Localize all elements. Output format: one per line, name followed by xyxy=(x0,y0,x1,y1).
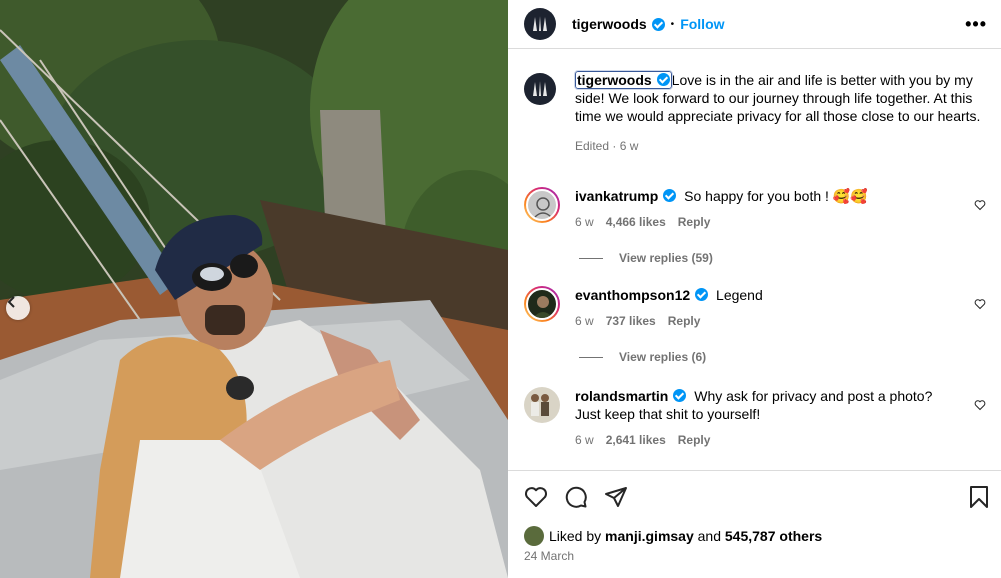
post-date[interactable]: 24 March xyxy=(524,549,574,563)
comment-likes[interactable]: 737 likes xyxy=(606,314,656,328)
post-photo[interactable] xyxy=(0,0,508,578)
avatar-sketch-icon xyxy=(534,197,552,218)
comment-likes[interactable]: 2,641 likes xyxy=(606,433,666,447)
action-icons xyxy=(524,485,628,509)
view-replies-button[interactable]: View replies (6) xyxy=(579,350,706,364)
comment-username[interactable]: ivankatrump xyxy=(575,188,658,204)
comment-like-icon[interactable] xyxy=(974,298,986,310)
comment-like-icon[interactable] xyxy=(974,399,986,411)
divider-line xyxy=(579,356,603,358)
send-icon[interactable] xyxy=(604,485,628,509)
caption-username[interactable]: tigerwoods xyxy=(574,70,673,90)
photo-illustration xyxy=(0,0,508,578)
avatar-photo-icon xyxy=(531,394,549,416)
liked-by-summary[interactable]: Liked by manji.gimsay and 545,787 others xyxy=(524,526,822,546)
tgr-logo-icon xyxy=(533,81,547,96)
comment-text: Legend xyxy=(716,287,763,303)
bookmark-icon[interactable] xyxy=(967,485,991,509)
follow-button[interactable]: Follow xyxy=(680,16,724,32)
view-replies-label: View replies (59) xyxy=(619,251,713,265)
caption-meta: Edited · 6 w xyxy=(575,139,639,153)
view-replies-button[interactable]: View replies (59) xyxy=(579,251,713,265)
comment-username[interactable]: rolandsmartin xyxy=(575,388,668,404)
verified-badge-icon xyxy=(663,189,677,202)
author-username[interactable]: tigerwoods xyxy=(572,16,647,32)
comment-text: So happy for you both ! 🥰🥰 xyxy=(684,188,868,204)
comment-meta: 6 w 737 likes Reply xyxy=(575,312,945,330)
header-separator: • xyxy=(670,18,675,30)
comment-item: evanthompson12 Legend 6 w 737 likes Reply xyxy=(524,286,994,330)
post-caption: tigerwoods Love is in the air and life is… xyxy=(524,70,994,155)
post-header: tigerwoods • Follow ••• xyxy=(508,0,1001,49)
comment-meta: 6 w 4,466 likes Reply xyxy=(575,213,945,231)
verified-badge-icon xyxy=(695,288,709,301)
comment-username[interactable]: evanthompson12 xyxy=(575,287,690,303)
reply-button[interactable]: Reply xyxy=(668,314,701,328)
commenter-avatar[interactable] xyxy=(524,286,560,322)
verified-badge-icon xyxy=(673,389,687,402)
verified-badge-icon xyxy=(651,17,665,31)
comment-item: rolandsmartin Why ask for privacy and po… xyxy=(524,387,994,449)
comment-age: 6 w xyxy=(575,314,594,328)
reply-button[interactable]: Reply xyxy=(678,215,711,229)
carousel-prev-button[interactable] xyxy=(6,296,30,320)
comment-meta: 6 w 2,641 likes Reply xyxy=(575,431,945,449)
post-actions-bar: Liked by manji.gimsay and 545,787 others… xyxy=(508,470,1001,578)
comment-age: 6 w xyxy=(575,215,594,229)
tgr-logo-icon xyxy=(533,16,547,31)
liked-by-user[interactable]: manji.gimsay xyxy=(605,528,694,544)
comments-list[interactable]: tigerwoods Love is in the air and life is… xyxy=(508,49,1001,469)
author-avatar[interactable] xyxy=(524,8,556,40)
commenter-avatar[interactable] xyxy=(524,387,560,423)
comment-age: 6 w xyxy=(575,433,594,447)
commenter-avatar[interactable] xyxy=(524,187,560,223)
more-options-icon[interactable]: ••• xyxy=(965,14,987,35)
avatar-photo-icon xyxy=(533,296,553,318)
liked-by-and: and xyxy=(697,528,721,544)
verified-badge-icon xyxy=(656,73,670,86)
liked-by-prefix: Liked by xyxy=(549,528,602,544)
liker-avatar[interactable] xyxy=(524,526,544,546)
divider-line xyxy=(579,257,603,259)
reply-button[interactable]: Reply xyxy=(678,433,711,447)
comment-likes[interactable]: 4,466 likes xyxy=(606,215,666,229)
caption-avatar[interactable] xyxy=(524,73,556,105)
view-replies-label: View replies (6) xyxy=(619,350,707,364)
likes-count[interactable]: 545,787 others xyxy=(725,528,822,544)
comment-item: ivankatrump So happy for you both ! 🥰🥰 6… xyxy=(524,187,994,231)
comment-icon[interactable] xyxy=(564,485,588,509)
heart-icon[interactable] xyxy=(524,485,548,509)
comment-like-icon[interactable] xyxy=(974,199,986,211)
chevron-left-icon xyxy=(7,296,15,308)
post-details-panel: tigerwoods • Follow ••• tigerwoods Love i… xyxy=(508,0,1001,578)
